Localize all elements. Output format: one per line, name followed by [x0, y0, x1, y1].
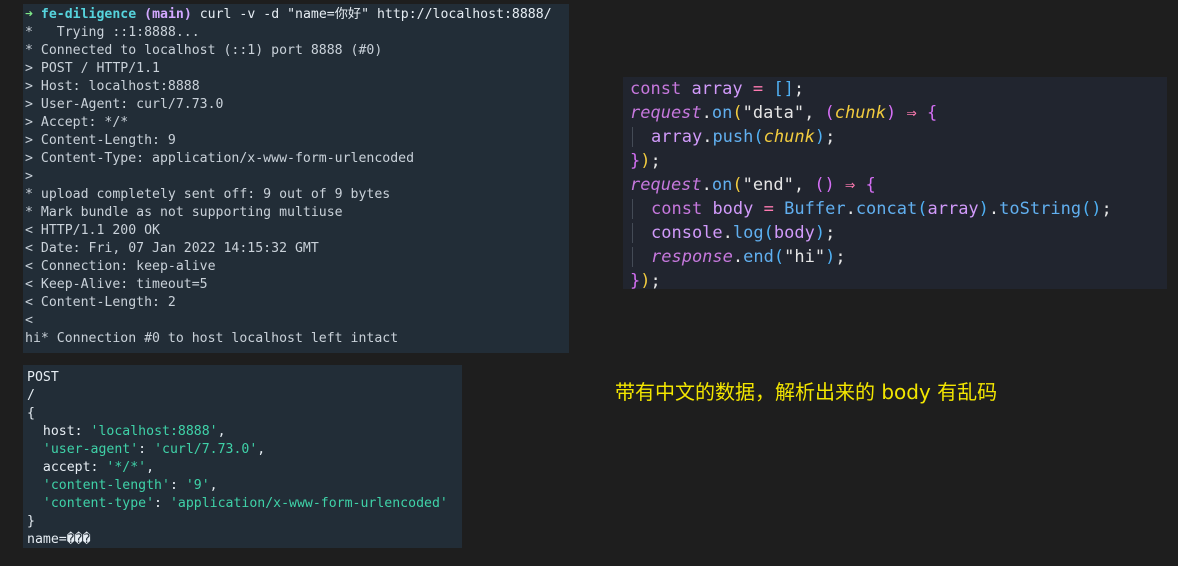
header-value: 'application/x-www-form-urlencoded': [169, 496, 448, 511]
request-method: POST: [27, 370, 59, 385]
identifier: array: [691, 79, 743, 99]
code-line: array.push(chunk);: [630, 127, 836, 147]
method: toString: [999, 199, 1082, 219]
string: "end": [742, 175, 794, 195]
terminal-line: * Mark bundle as not supporting multiuse: [25, 205, 343, 220]
body-line: name=���: [27, 532, 91, 547]
method: end: [743, 247, 774, 267]
arrow-operator: ⇒: [845, 175, 856, 195]
header-key: accept: [42, 460, 91, 475]
terminal-line: > Host: localhost:8888: [25, 79, 200, 94]
identifier: body: [712, 199, 754, 219]
method: log: [732, 223, 764, 243]
terminal-line: < HTTP/1.1 200 OK: [25, 223, 160, 238]
string: "hi": [784, 247, 826, 267]
terminal-line: < Content-Length: 2: [25, 295, 176, 310]
header-key: 'user-agent': [42, 442, 139, 457]
identifier: body: [773, 223, 815, 243]
arrow-operator: ⇒: [906, 103, 917, 123]
code-line: });: [630, 151, 661, 171]
method: on: [711, 175, 733, 195]
header-key: 'content-type': [42, 496, 155, 511]
annotation-note: 带有中文的数据，解析出来的 body 有乱码: [615, 380, 998, 404]
identifier: response: [651, 247, 733, 267]
method: concat: [855, 199, 918, 219]
terminal-line: > User-Agent: curl/7.73.0: [25, 97, 224, 112]
method: push: [712, 127, 754, 147]
request-path: /: [27, 388, 35, 403]
terminal-line: > Accept: */*: [25, 115, 129, 130]
terminal-line: > POST / HTTP/1.1: [25, 61, 160, 76]
code-line: console.log(body);: [630, 223, 836, 243]
identifier: request: [630, 175, 702, 195]
identifier: array: [927, 199, 979, 219]
header-key: host: [42, 424, 75, 439]
code-line: const body = Buffer.concat(array).toStri…: [630, 199, 1112, 219]
terminal-line: < Date: Fri, 07 Jan 2022 14:15:32 GMT: [25, 241, 319, 256]
code-line: request.on("data", (chunk) ⇒ {: [630, 103, 938, 123]
keyword: const: [630, 79, 682, 99]
parameter: chunk: [834, 103, 886, 123]
code-line: request.on("end", () ⇒ {: [630, 175, 876, 195]
prompt-arrow: ➜: [25, 7, 33, 22]
terminal-line: > Content-Type: application/x-www-form-u…: [25, 151, 415, 166]
server-log-output: POST / { host: 'localhost:8888', 'user-a…: [23, 365, 462, 548]
keyword: const: [651, 199, 703, 219]
code-snippet: const array = []; request.on("data", (ch…: [623, 77, 1167, 289]
open-brace: {: [27, 406, 35, 421]
terminal-line: * Trying ::1:8888...: [25, 25, 200, 40]
prompt-directory: fe-diligence: [40, 7, 137, 22]
terminal-line: > Content-Length: 9: [25, 133, 176, 148]
terminal-line: <: [25, 313, 33, 328]
header-key: 'content-length': [42, 478, 170, 493]
method: on: [711, 103, 733, 123]
terminal-line: hi* Connection #0 to host localhost left…: [25, 331, 399, 346]
identifier: request: [630, 103, 702, 123]
header-value: '9': [185, 478, 210, 493]
close-brace: }: [27, 514, 35, 529]
class-name: Buffer: [784, 199, 846, 219]
header-value: '*/*': [106, 460, 147, 475]
terminal-line: * Connected to localhost (::1) port 8888…: [25, 43, 383, 58]
code-line: const array = [];: [630, 79, 805, 99]
terminal-line: * upload completely sent off: 9 out of 9…: [25, 187, 391, 202]
code-line: response.end("hi");: [630, 247, 846, 267]
terminal-line: < Connection: keep-alive: [25, 259, 216, 274]
header-value: 'localhost:8888': [90, 424, 218, 439]
identifier: array: [651, 127, 703, 147]
terminal-line: >: [25, 169, 33, 184]
string: "data": [742, 103, 805, 123]
terminal-output: ➜ fe-diligence (main) curl -v -d "name=你…: [23, 4, 569, 353]
terminal-line: < Keep-Alive: timeout=5: [25, 277, 208, 292]
identifier: console: [651, 223, 723, 243]
header-value: 'curl/7.73.0': [154, 442, 258, 457]
parameter: chunk: [763, 127, 815, 147]
code-line: });: [630, 271, 661, 289]
prompt-branch: (main): [144, 7, 192, 22]
terminal-command: curl -v -d "name=你好" http://localhost:88…: [199, 7, 552, 22]
